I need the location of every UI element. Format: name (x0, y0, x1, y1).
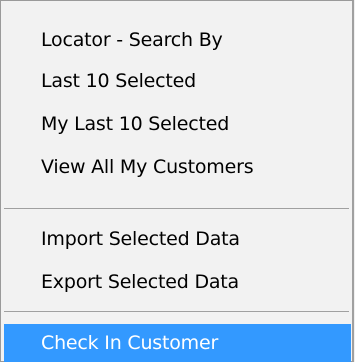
context-menu: Locator - Search By Last 10 Selected My … (0, 0, 354, 362)
menu-item-my-last-10-selected[interactable]: My Last 10 Selected (1, 105, 352, 143)
menu-item-check-in-customer[interactable]: Check In Customer (4, 324, 351, 362)
menu-item-last-10-selected[interactable]: Last 10 Selected (1, 62, 352, 100)
menu-item-import-selected-data[interactable]: Import Selected Data (1, 220, 352, 258)
menu-item-locator-search-by[interactable]: Locator - Search By (1, 21, 352, 59)
menu-item-export-selected-data[interactable]: Export Selected Data (1, 263, 352, 301)
menu-item-view-all-my-customers[interactable]: View All My Customers (1, 148, 352, 186)
menu-separator (4, 311, 349, 312)
menu-separator (4, 208, 349, 209)
